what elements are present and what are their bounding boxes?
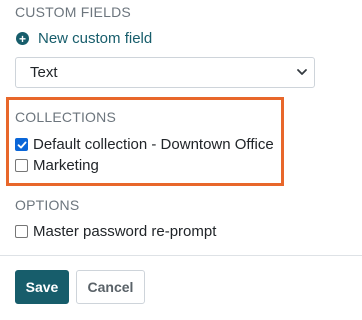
collection-default-row[interactable]: Default collection - Downtown Office: [15, 136, 274, 153]
master-password-reprompt-checkbox[interactable]: [15, 225, 28, 238]
checkmark-icon: [17, 141, 26, 148]
master-password-reprompt-row[interactable]: Master password re-prompt: [15, 223, 216, 240]
custom-field-type-value: Text: [30, 64, 58, 81]
collections-heading: COLLECTIONS: [15, 109, 116, 125]
collection-default-label: Default collection - Downtown Office: [33, 136, 274, 153]
save-button[interactable]: Save: [15, 270, 69, 304]
plus-circle-icon: +: [16, 32, 29, 45]
collection-marketing-row[interactable]: Marketing: [15, 157, 99, 174]
custom-fields-heading: CUSTOM FIELDS: [15, 4, 131, 20]
new-custom-field-link[interactable]: + New custom field: [16, 30, 152, 47]
options-heading: OPTIONS: [15, 197, 80, 213]
cancel-button[interactable]: Cancel: [76, 270, 145, 304]
collection-default-checkbox[interactable]: [15, 138, 28, 151]
master-password-reprompt-label: Master password re-prompt: [33, 223, 217, 240]
new-custom-field-label: New custom field: [38, 30, 153, 47]
custom-field-type-select[interactable]: Text: [15, 57, 315, 88]
chevron-down-icon: [297, 69, 307, 75]
collection-marketing-label: Marketing: [33, 157, 99, 174]
collection-marketing-checkbox[interactable]: [15, 159, 28, 172]
dialog-footer: Save Cancel: [0, 255, 362, 320]
